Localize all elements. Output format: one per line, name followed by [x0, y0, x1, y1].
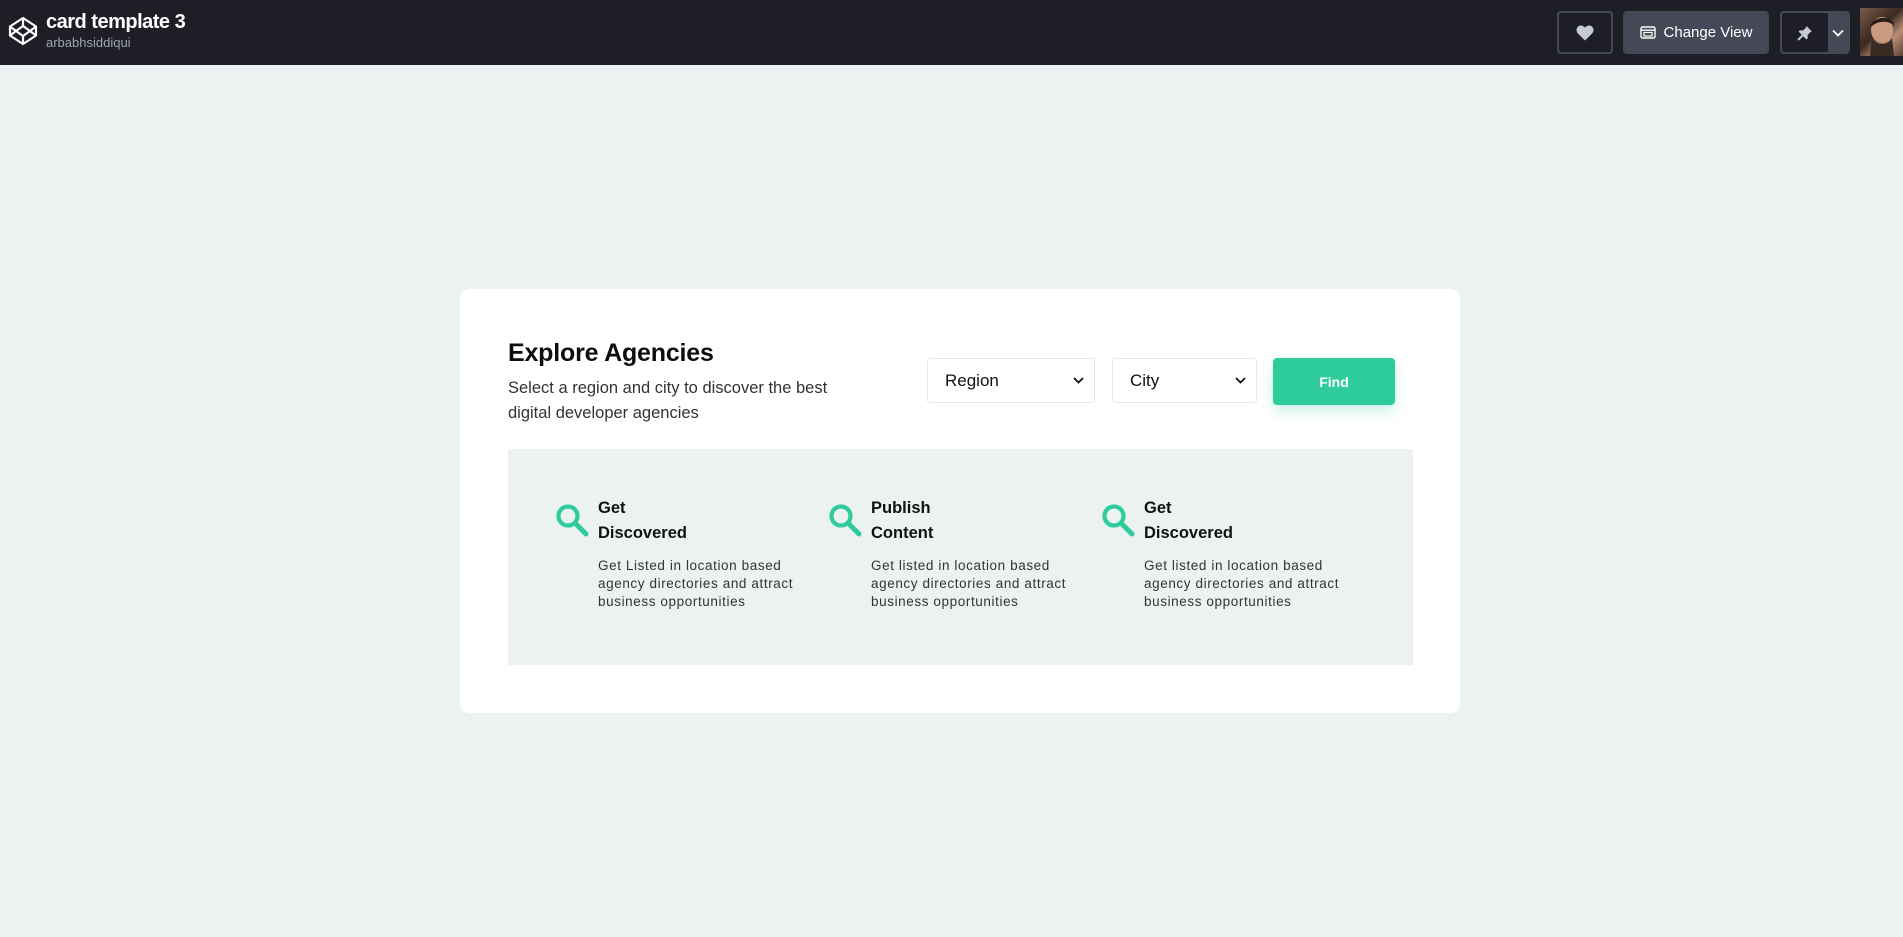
like-button[interactable] [1557, 11, 1613, 54]
pen-author[interactable]: arbabhsiddiqui [46, 35, 185, 51]
heart-icon [1576, 25, 1594, 40]
explore-agencies-card: Explore Agencies Select a region and cit… [460, 289, 1460, 713]
user-avatar[interactable] [1860, 8, 1903, 56]
pin-icon [1797, 25, 1812, 40]
feature-title: Publish Content [871, 499, 934, 542]
features-panel: Get Discovered Get Listed in location ba… [508, 449, 1413, 665]
chevron-down-icon [1832, 29, 1844, 37]
pen-title-block: card template 3 arbabhsiddiqui [46, 10, 186, 51]
top-bar: card template 3 arbabhsiddiqui Change Vi… [0, 0, 1903, 65]
change-view-button[interactable]: Change View [1623, 11, 1769, 54]
change-view-label: Change View [1663, 24, 1753, 41]
pin-options-dropdown[interactable] [1828, 13, 1848, 52]
layout-icon [1639, 26, 1656, 39]
region-select[interactable]: Region [927, 358, 1095, 403]
chevron-down-icon [1073, 377, 1084, 384]
search-icon [1102, 504, 1135, 537]
feature-title: Get Discovered [598, 499, 687, 542]
city-select[interactable]: City [1112, 358, 1257, 403]
pin-button[interactable] [1782, 13, 1828, 52]
find-button[interactable]: Find [1273, 358, 1395, 405]
feature-description: Get Listed in location based agency dire… [598, 558, 794, 609]
region-select-value: Region [945, 370, 999, 390]
pen-title[interactable]: card template 3 [46, 10, 186, 34]
avatar-photo [1870, 17, 1894, 56]
feature-description: Get listed in location based agency dire… [1144, 558, 1340, 609]
card-subtext: Select a region and city to discover the… [508, 379, 828, 422]
chevron-down-icon [1235, 377, 1246, 384]
feature-title: Get Discovered [1144, 499, 1233, 542]
codepen-logo-icon[interactable] [7, 15, 39, 47]
search-icon [556, 504, 589, 537]
feature-description: Get listed in location based agency dire… [871, 558, 1067, 609]
card-heading: Explore Agencies [508, 339, 714, 367]
search-icon [829, 504, 862, 537]
city-select-value: City [1130, 370, 1160, 390]
pin-button-group [1780, 11, 1850, 54]
